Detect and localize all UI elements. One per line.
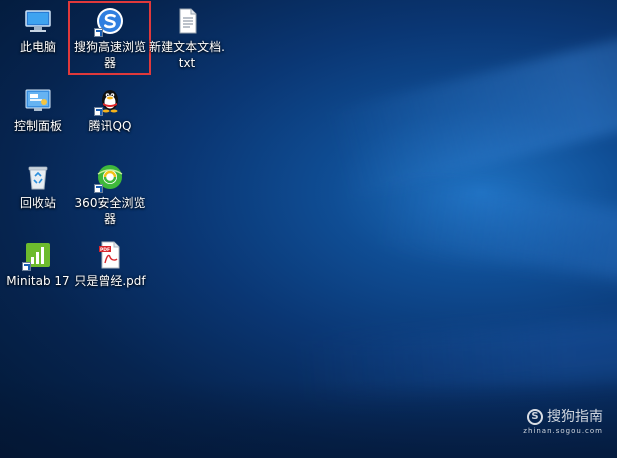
desktop[interactable]: 此电脑 搜狗高速浏览器 新建文本文档.txt 控制面板 腾讯QQ 回收站 360…: [0, 0, 617, 458]
watermark-url: zhinan.sogou.com: [523, 427, 603, 435]
icon-label: 360安全浏览器: [74, 196, 146, 226]
recycle-bin-icon: [23, 162, 53, 192]
desktop-icon-this-pc[interactable]: 此电脑: [0, 6, 76, 55]
watermark-title: S 搜狗指南: [523, 408, 603, 426]
icon-label: 只是曾经.pdf: [74, 274, 146, 288]
desktop-icon-sogou-browser[interactable]: 搜狗高速浏览器: [72, 6, 148, 71]
computer-icon: [23, 6, 53, 36]
icon-label: 新建文本文档.txt: [149, 40, 225, 70]
360-browser-icon: [94, 162, 125, 193]
shortcut-arrow-icon: [22, 262, 31, 271]
wallpaper-light-beam: [376, 175, 617, 295]
watermark: S 搜狗指南 zhinan.sogou.com: [523, 408, 603, 436]
sogou-browser-icon: [94, 6, 125, 37]
desktop-icon-tencent-qq[interactable]: 腾讯QQ: [72, 85, 148, 134]
watermark-text: 搜狗指南: [547, 409, 603, 425]
svg-text:PDF: PDF: [100, 247, 110, 253]
desktop-icon-recycle-bin[interactable]: 回收站: [0, 162, 76, 211]
shortcut-arrow-icon: [94, 184, 103, 193]
icon-label: Minitab 17: [6, 274, 70, 288]
desktop-icon-pdf-file[interactable]: PDF 只是曾经.pdf: [72, 240, 148, 289]
pdf-document-icon: PDF: [95, 240, 125, 270]
icon-label: 搜狗高速浏览器: [73, 40, 146, 70]
text-document-icon: [172, 6, 202, 36]
desktop-icon-minitab[interactable]: Minitab 17: [0, 240, 76, 289]
desktop-icon-360-browser[interactable]: 360安全浏览器: [72, 162, 148, 227]
minitab-icon: [22, 240, 53, 271]
icon-label: 回收站: [19, 196, 56, 210]
shortcut-arrow-icon: [94, 107, 103, 116]
shortcut-arrow-icon: [94, 28, 103, 37]
icon-label: 腾讯QQ: [88, 119, 132, 133]
qq-penguin-icon: [94, 85, 125, 116]
icon-label: 此电脑: [19, 40, 56, 54]
desktop-icon-text-file[interactable]: 新建文本文档.txt: [149, 6, 225, 71]
sogou-logo-icon: S: [527, 409, 543, 425]
desktop-icon-control-panel[interactable]: 控制面板: [0, 85, 76, 134]
control-panel-icon: [23, 85, 53, 115]
wallpaper-light-beam: [325, 10, 617, 200]
icon-label: 控制面板: [13, 119, 62, 133]
